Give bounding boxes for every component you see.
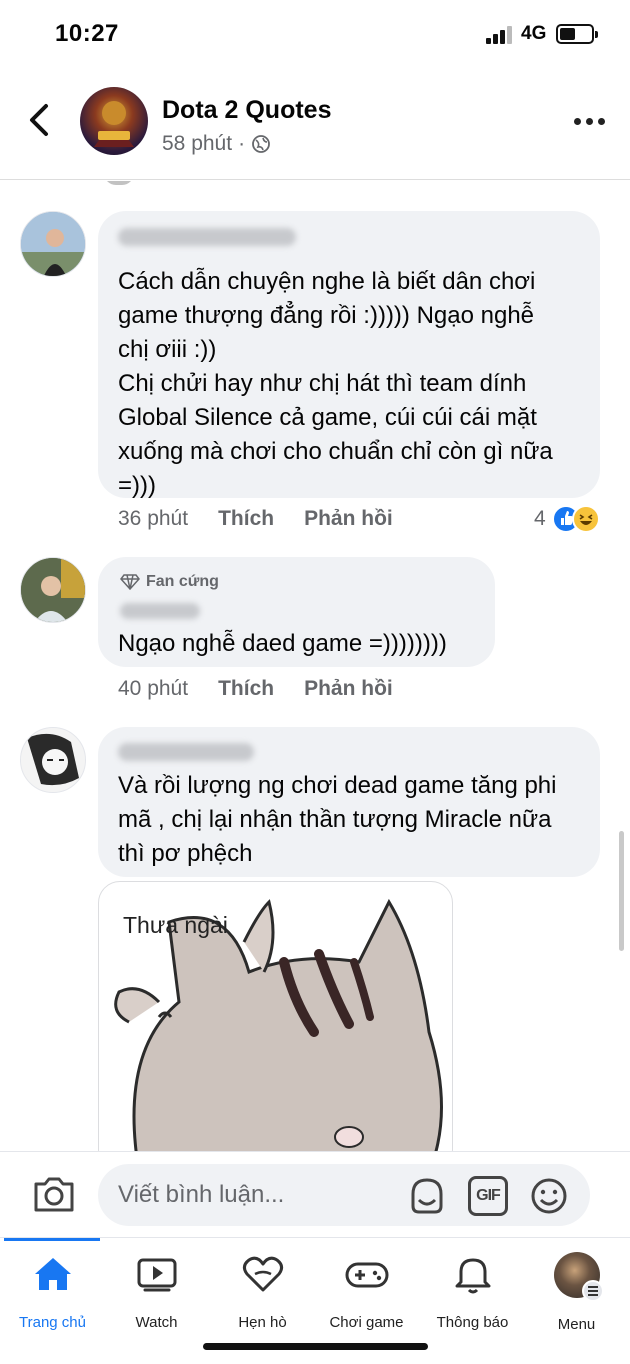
post-subtitle: 58 phút · [162,132,271,156]
tab-label: Hẹn hò [238,1314,287,1331]
comment-actions: 40 phút Thích Phản hồi [118,677,393,701]
comment-text: Ngạo nghễ daed game =)))))))) [118,630,447,657]
comment-bubble[interactable]: Và rồi lượng ng chơi dead game tăng phi … [98,727,600,877]
reactions-summary[interactable]: 4 [534,505,600,533]
tab-home[interactable]: Trang chủ [0,1252,105,1352]
menu-lines-icon [581,1280,604,1302]
like-button[interactable]: Thích [218,507,274,531]
cellular-signal-icon [486,26,514,44]
top-fan-badge: Fan cứng [120,573,219,591]
watch-icon [137,1258,176,1292]
tab-notifications[interactable]: Thông báo [420,1252,525,1352]
commenter-name-blurred[interactable] [118,743,254,761]
comments-list[interactable]: Cách dẫn chuyện nghe là biết dân chơi ga… [0,181,630,1151]
subtitle-separator: · [238,132,246,155]
tab-label: Trang chủ [19,1314,86,1331]
comment-actions: 36 phút Thích Phản hồi [118,507,393,531]
home-icon [34,1258,71,1290]
more-options-icon[interactable] [574,118,606,128]
comment-bubble[interactable]: Cách dẫn chuyện nghe là biết dân chơi ga… [98,211,600,499]
commenter-name-blurred[interactable] [120,603,200,619]
like-button[interactable]: Thích [218,677,274,701]
tab-label: Chơi game [329,1314,404,1331]
tab-gaming[interactable]: Chơi game [314,1252,419,1352]
previous-avatar-fragment [104,181,134,185]
battery-icon [556,24,598,44]
person-photo-icon [21,558,85,622]
commenter-avatar[interactable] [20,557,86,623]
page-avatar[interactable] [80,87,148,155]
comment-text: Cách dẫn chuyện nghe là biết dân chơi ga… [118,268,553,499]
tab-watch[interactable]: Watch [104,1252,209,1352]
reply-button[interactable]: Phản hồi [304,507,393,531]
status-bar: 10:27 4G [0,0,630,70]
tab-dating[interactable]: Hẹn hò [210,1252,315,1352]
camera-icon[interactable] [32,1174,76,1214]
page-logo-icon [94,101,134,147]
network-type: 4G [521,23,547,44]
status-time: 10:27 [55,20,119,47]
badge-label: Fan cứng [146,573,219,590]
commenter-avatar[interactable] [20,727,86,793]
tab-label: Watch [135,1314,178,1331]
bell-icon [455,1258,490,1294]
reply-button[interactable]: Phản hồi [304,677,393,701]
tab-menu[interactable]: Menu [524,1252,629,1352]
comment-input[interactable] [98,1164,590,1226]
comment-time: 40 phút [118,677,189,700]
post-header: Dota 2 Quotes 58 phút · [0,70,630,180]
emoji-icon[interactable] [529,1176,569,1216]
active-tab-indicator [4,1238,100,1241]
profile-menu-icon [553,1252,604,1302]
commenter-name-blurred[interactable] [118,228,296,246]
sticker-picker-icon[interactable] [407,1176,447,1216]
sticker-caption: Thưa ngài [123,912,228,938]
sticker-image[interactable]: Thưa ngài [98,881,453,1151]
reaction-count: 4 [534,507,546,530]
comment-time: 36 phút [118,507,189,530]
globe-icon [252,135,270,153]
scroll-indicator[interactable] [619,831,624,951]
post-time: 58 phút [162,132,233,155]
comment-text: Và rồi lượng ng chơi dead game tăng phi … [118,772,557,867]
person-photo-icon [21,212,85,276]
comment-bubble[interactable]: Fan cứng Ngạo nghễ daed game =)))))))) [98,557,495,667]
haha-icon [571,505,600,533]
commenter-avatar[interactable] [20,211,86,277]
gamepad-icon [345,1262,388,1288]
tab-label: Thông báo [436,1314,509,1331]
gif-button[interactable]: GIF [468,1176,508,1216]
tab-label: Menu [557,1316,596,1333]
diamond-icon [120,574,140,591]
back-arrow-icon[interactable] [22,100,58,140]
manga-avatar-icon [21,728,85,792]
dating-heart-icon [242,1256,283,1292]
home-indicator [203,1343,428,1350]
comment-composer: GIF [0,1151,630,1237]
page-title[interactable]: Dota 2 Quotes [162,96,331,125]
